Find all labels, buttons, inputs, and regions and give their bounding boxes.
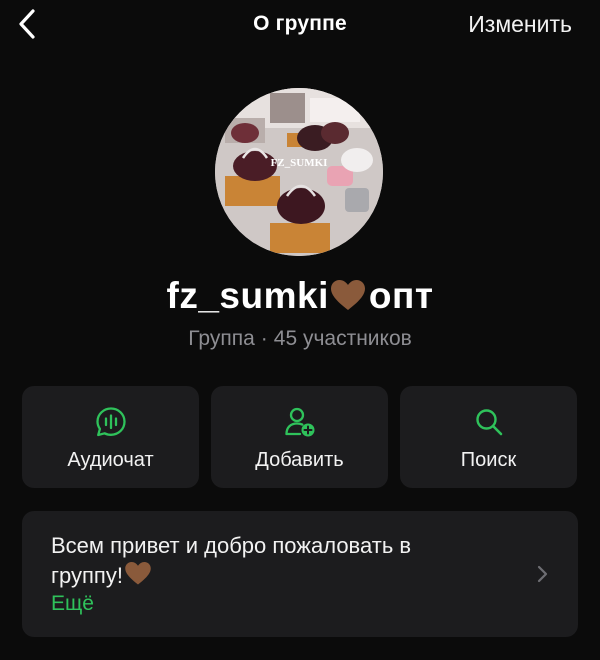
group-type: Группа	[188, 327, 255, 350]
group-name-prefix: fz_sumki	[166, 275, 329, 316]
meta-separator: ·	[260, 327, 268, 350]
description-line-1: Всем привет и добро пожаловать в	[51, 533, 412, 558]
header-bar: О группе Изменить	[0, 0, 600, 50]
search-label: Поиск	[460, 449, 517, 471]
group-name-suffix: опт	[368, 275, 434, 316]
search-button[interactable]: Поиск	[400, 386, 577, 488]
member-count: 45 участников	[273, 327, 412, 350]
back-button[interactable]	[14, 6, 44, 42]
edit-button[interactable]: Изменить	[468, 11, 572, 38]
group-meta: Группа · 45 участников	[0, 327, 600, 351]
action-buttons: Аудиочат Добавить Поиск	[22, 386, 578, 488]
audio-chat-icon	[95, 407, 126, 437]
brown-heart-icon	[330, 279, 365, 321]
search-icon	[475, 409, 502, 436]
chevron-left-icon	[19, 9, 35, 39]
brown-heart-small-icon	[125, 562, 151, 594]
audio-chat-label: Аудиочат	[67, 449, 154, 471]
group-name: fz_sumki опт	[0, 275, 600, 321]
description-line-2-wrap: группу!	[51, 561, 491, 594]
description-line-2: группу!	[51, 563, 123, 588]
group-info-screen: О группе Изменить FZ_SUMKI fz_sumki опт …	[0, 0, 600, 660]
group-avatar[interactable]: FZ_SUMKI	[215, 88, 383, 256]
group-description-card[interactable]: Всем привет и добро пожаловать в группу!…	[22, 511, 578, 637]
group-description: Всем привет и добро пожаловать в группу!	[51, 531, 491, 594]
avatar-watermark: FZ_SUMKI	[271, 157, 328, 169]
avatar-photo: FZ_SUMKI	[215, 88, 383, 256]
add-member-button[interactable]: Добавить	[211, 386, 388, 488]
add-member-label: Добавить	[255, 449, 344, 471]
chevron-right-icon	[537, 565, 548, 583]
audio-chat-button[interactable]: Аудиочат	[22, 386, 199, 488]
add-user-icon	[284, 407, 314, 437]
more-link[interactable]: Ещё	[51, 592, 94, 616]
